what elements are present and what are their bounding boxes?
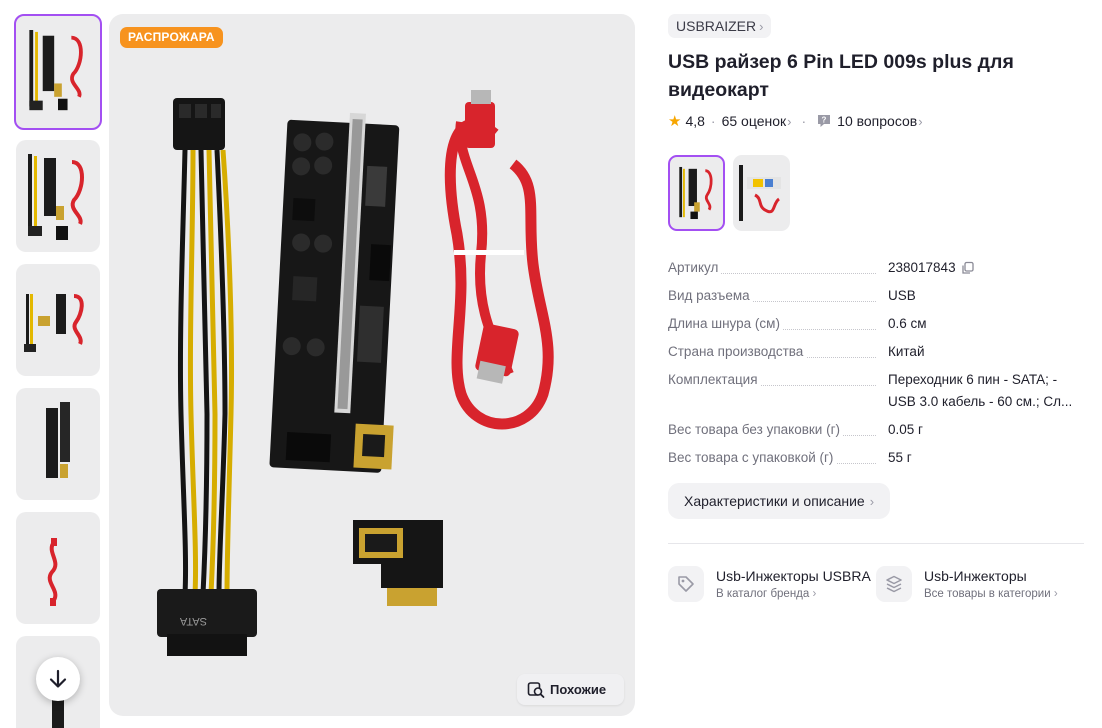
svg-text:SATA: SATA xyxy=(179,615,207,627)
separator-dot: · xyxy=(710,113,716,129)
thumbnail-5[interactable] xyxy=(16,512,100,624)
thumbnail-image xyxy=(29,30,83,111)
questions-count: 10 вопросов xyxy=(837,113,918,129)
spec-name: Страна производства xyxy=(668,344,807,359)
spec-name: Артикул xyxy=(668,260,722,275)
category-link[interactable]: Usb-Инжекторы Все товары в категории › xyxy=(876,566,1084,602)
spec-row-cable-length: Длина шнура (см) 0.6 см xyxy=(668,313,1084,335)
spec-row-weight-net: Вес товара без упаковки (г) 0.05 г xyxy=(668,419,1084,441)
questions-link[interactable]: ? 10 вопросов › xyxy=(816,113,923,129)
product-title: USB райзер 6 Pin LED 009s plus для видео… xyxy=(668,51,1014,101)
characteristics-description-button[interactable]: Характеристики и описание › xyxy=(668,483,891,519)
brand-catalog-link[interactable]: Usb-Инжекторы USBRA В каталог бренда › xyxy=(668,566,876,602)
separator-dot: · xyxy=(801,113,807,129)
spec-name: Длина шнура (см) xyxy=(668,316,783,331)
link-subtitle: В каталог бренда xyxy=(716,588,810,600)
spec-value: Китай xyxy=(888,344,925,359)
search-similar-icon xyxy=(527,681,545,698)
spec-row-package: Комплектация Переходник 6 пин - SATA; - … xyxy=(668,369,1084,413)
sale-badge: РАСПРОЖАРА xyxy=(120,27,223,48)
rating-value: 4,8 xyxy=(685,113,705,129)
desc-button-label: Характеристики и описание xyxy=(684,493,865,509)
related-links: Usb-Инжекторы USBRA В каталог бренда › U… xyxy=(668,566,1084,602)
chevron-right-icon: › xyxy=(787,114,792,129)
article-number: 238017843 xyxy=(888,260,956,275)
svg-text:?: ? xyxy=(822,116,827,125)
thumbnail-image xyxy=(46,402,70,478)
thumbnail-2[interactable] xyxy=(16,140,100,252)
similar-label: Похожие xyxy=(550,682,607,697)
reviews-link[interactable]: 65 оценок› xyxy=(722,113,792,129)
brand-name: USBRAIZER xyxy=(676,18,757,34)
spec-name: Вид разъема xyxy=(668,288,753,303)
copy-icon[interactable] xyxy=(961,261,975,275)
chevron-right-icon: › xyxy=(869,493,875,509)
chevron-right-icon: › xyxy=(812,588,817,600)
layers-icon xyxy=(876,566,912,602)
spec-row-weight-gross: Вес товара с упаковкой (г) 55 г xyxy=(668,447,1084,469)
spec-name: Вес товара с упаковкой (г) xyxy=(668,450,837,465)
variant-selector xyxy=(668,155,1088,231)
spec-value: 0.6 см xyxy=(888,316,927,331)
specs-table: Артикул 238017843 Вид разъема USB Длина … xyxy=(668,257,1084,469)
spec-row-connector: Вид разъема USB xyxy=(668,285,1084,307)
rating-row: ★ 4,8 · 65 оценок› · ? 10 вопросов › xyxy=(668,111,1088,131)
link-title: Usb-Инжекторы USBRA xyxy=(716,568,871,584)
scroll-down-button[interactable] xyxy=(36,657,80,701)
thumbnail-image xyxy=(47,538,58,606)
thumbnail-image xyxy=(24,294,84,352)
star-icon: ★ xyxy=(668,113,682,130)
spec-name: Вес товара без упаковки (г) xyxy=(668,422,843,437)
variant-option-2[interactable] xyxy=(733,155,790,231)
spec-value: 0.05 г xyxy=(888,422,923,437)
question-bubble-icon: ? xyxy=(818,115,831,127)
spec-value: Переходник 6 пин - SATA; - USB 3.0 кабел… xyxy=(888,372,1073,409)
divider xyxy=(668,543,1084,544)
chevron-right-icon: › xyxy=(1053,588,1058,600)
brand-link[interactable]: USBRAIZER › xyxy=(668,14,772,38)
main-product-image[interactable]: SATA РАСПРОЖАРА Похожие xyxy=(109,14,635,716)
similar-button[interactable]: Похожие xyxy=(517,674,624,705)
link-subtitle: Все товары в категории xyxy=(924,588,1051,600)
tag-icon xyxy=(668,566,704,602)
link-title: Usb-Инжекторы xyxy=(924,568,1027,584)
product-photo: SATA xyxy=(157,90,554,656)
variant-image xyxy=(739,165,781,221)
spec-value: 55 г xyxy=(888,450,912,465)
spec-name: Комплектация xyxy=(668,372,761,387)
spec-row-article: Артикул 238017843 xyxy=(668,257,1084,279)
thumbnail-strip xyxy=(14,14,102,728)
chevron-right-icon: › xyxy=(759,18,764,34)
thumbnail-3[interactable] xyxy=(16,264,100,376)
spec-row-country: Страна производства Китай xyxy=(668,341,1084,363)
thumbnail-image xyxy=(28,154,84,240)
reviews-count: 65 оценок xyxy=(721,113,787,129)
thumbnail-1[interactable] xyxy=(14,14,102,130)
variant-option-1[interactable] xyxy=(668,155,725,231)
thumbnail-4[interactable] xyxy=(16,388,100,500)
variant-image xyxy=(679,166,713,220)
spec-value: USB xyxy=(888,288,916,303)
product-info-panel: USBRAIZER › USB райзер 6 Pin LED 009s pl… xyxy=(668,14,1088,602)
arrow-down-icon xyxy=(49,669,67,688)
chevron-right-icon: › xyxy=(918,113,923,129)
